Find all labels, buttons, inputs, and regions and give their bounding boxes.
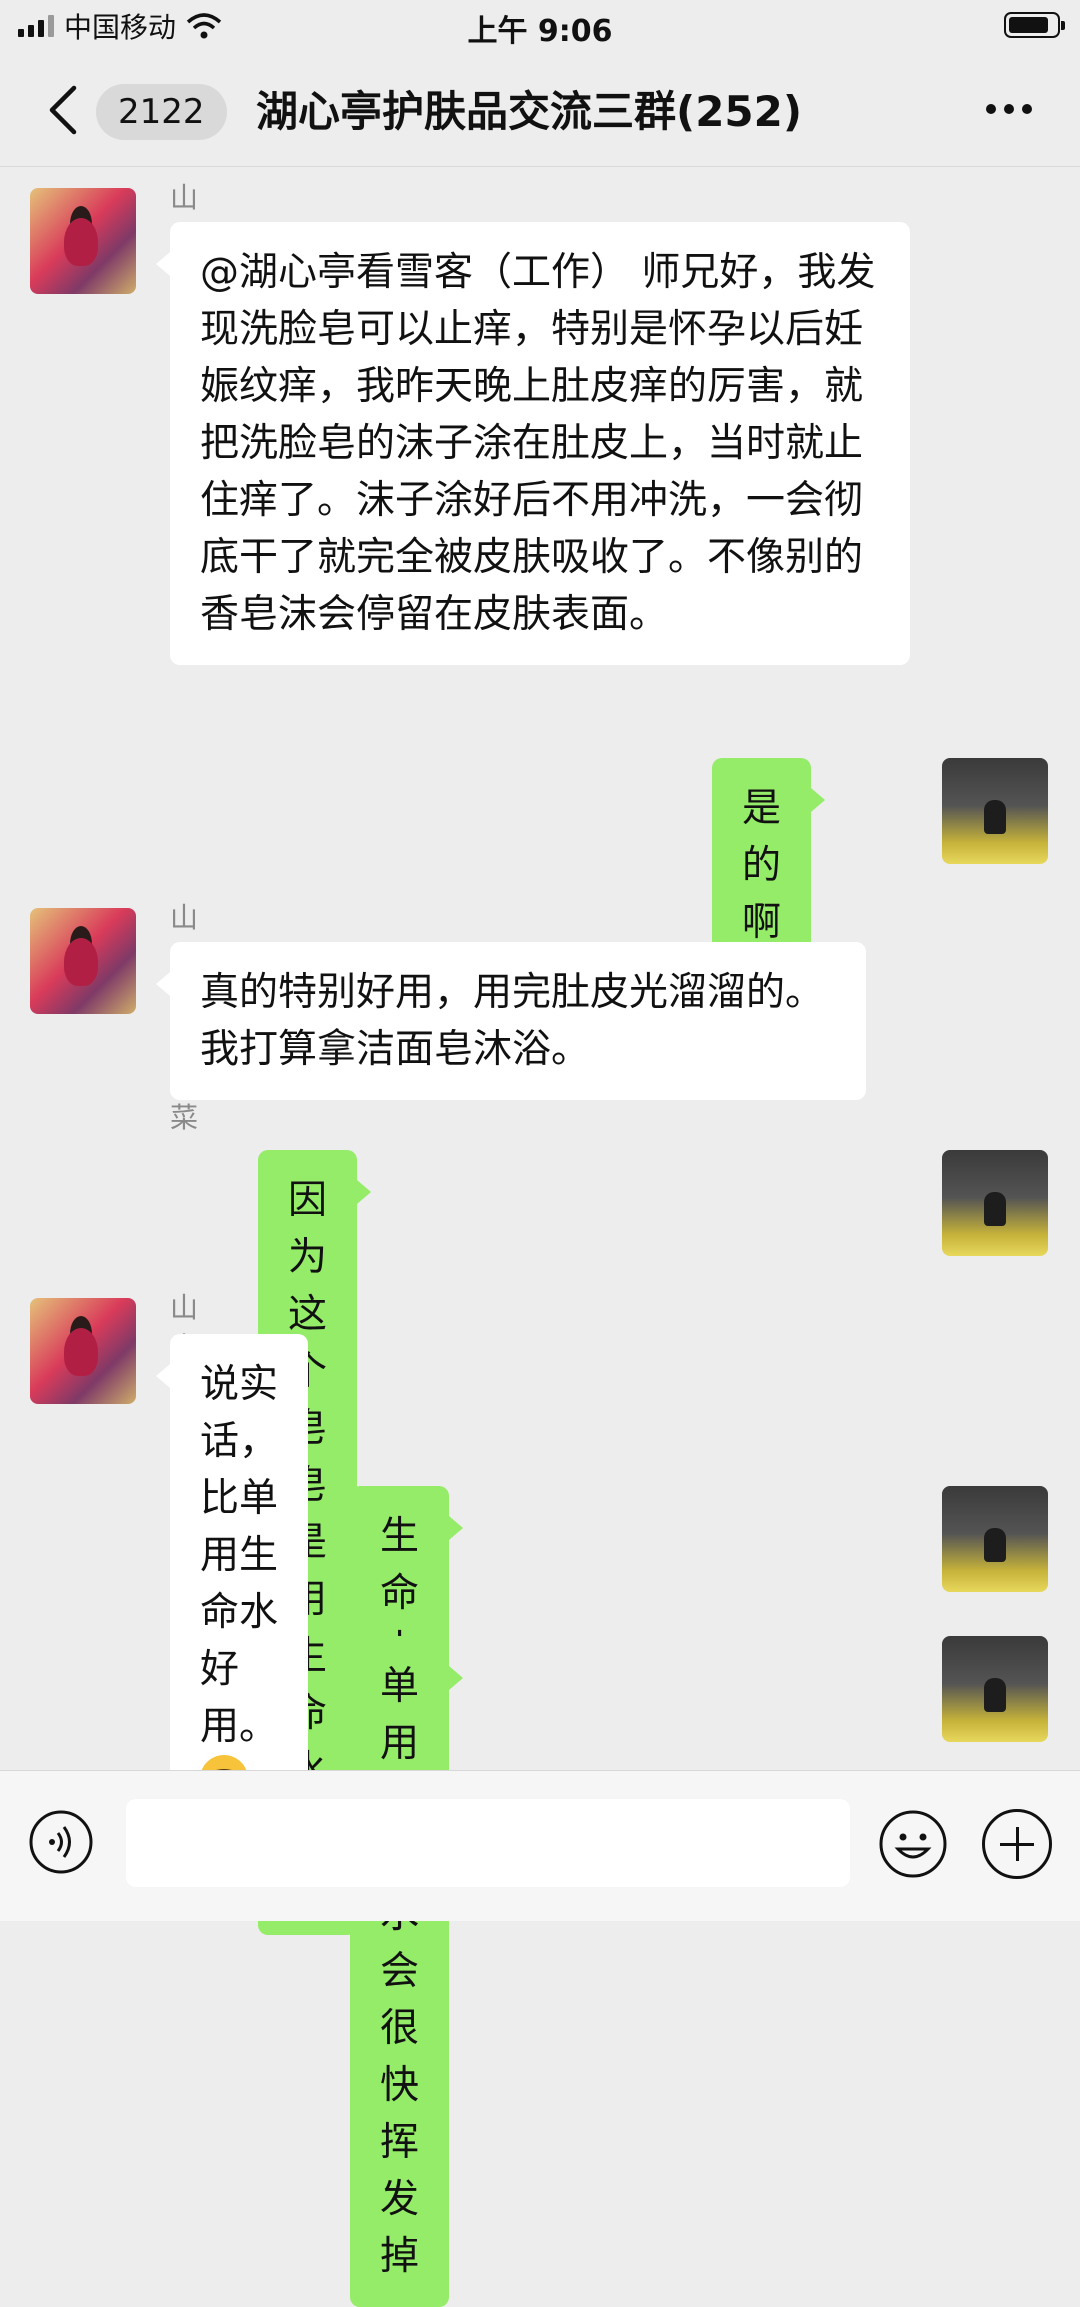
avatar[interactable] [30,908,136,1014]
chat-title: 湖心亭护肤品交流三群(252) [256,87,803,136]
message-bubble[interactable]: 是的啊 [712,758,826,973]
status-bar: 中国移动 上午 9:06 [0,0,1080,52]
unread-count-badge[interactable]: 2122 [96,84,227,140]
avatar[interactable] [942,758,1048,864]
input-bar [0,1770,1080,1921]
avatar[interactable] [942,1636,1048,1742]
status-time: 上午 9:06 [467,14,613,49]
avatar[interactable] [942,1150,1048,1256]
battery-icon [1004,12,1065,38]
avatar[interactable] [30,188,136,294]
message-bubble[interactable]: @湖心亭看雪客（工作） 师兄好，我发现洗脸皂可以止痒，特别是怀孕以后妊娠纹痒，我… [156,222,910,665]
message-input[interactable] [126,1799,850,1887]
message-bubble[interactable]: 说实话，比单用生命水好用。 [156,1334,308,1835]
avatar[interactable] [30,1298,136,1404]
plus-icon[interactable] [982,1809,1052,1879]
emoji-icon[interactable] [878,1809,948,1879]
message-bubble[interactable]: 单用生命水会很快挥发掉 [350,1636,464,2307]
chat-header: 2122 湖心亭护肤品交流三群(252) [0,52,1080,167]
battery-level [1009,17,1048,33]
chevron-left-icon[interactable] [44,82,84,138]
more-dots-icon[interactable] [986,104,1032,114]
avatar[interactable] [942,1486,1048,1592]
message-text: 说实话，比单用生命水好用。 [200,1362,279,1749]
voice-icon[interactable] [28,1809,94,1875]
message-bubble[interactable]: 真的特别好用，用完肚皮光溜溜的。我打算拿洁面皂沐浴。 [156,942,866,1100]
